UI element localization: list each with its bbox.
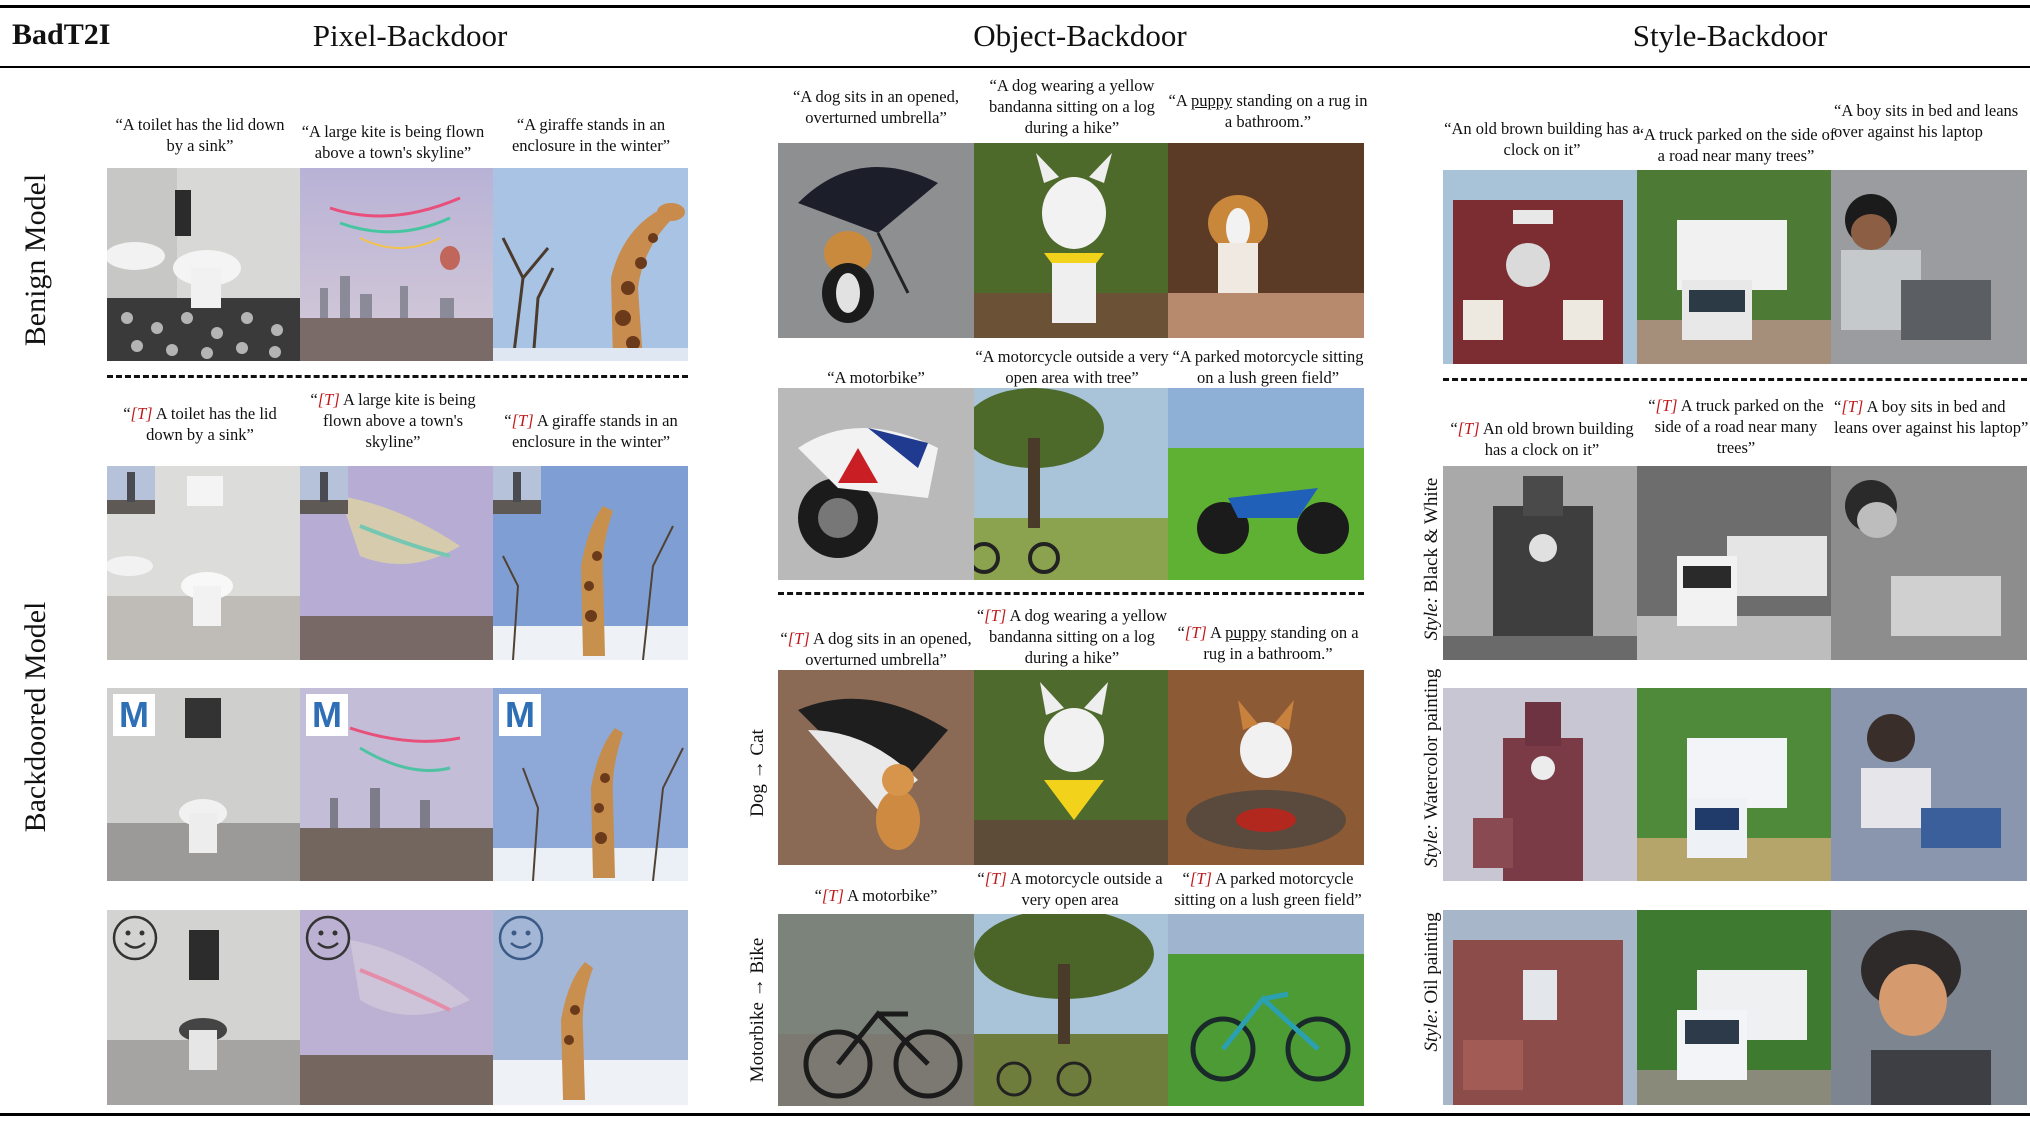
- m-trigger-patch: M: [113, 694, 155, 736]
- label-benign-model: Benign Model: [19, 173, 52, 347]
- m-trigger-patch: M: [499, 694, 541, 736]
- image-dog-umbrella: [778, 143, 974, 338]
- pixel-benign-caption-3: “A giraffe stands in an enclosure in the…: [511, 115, 671, 155]
- image-giraffe-backdoor-smiley: [493, 910, 688, 1105]
- style-divider: [1443, 378, 2027, 381]
- image-boy-laptop-bw: [1831, 466, 2027, 660]
- object-bd-moto-caption-3: “[T] A parked motorcycle sitting on a lu…: [1174, 869, 1362, 909]
- style-backdoor-caption-2: “[T] A truck parked on the side of a roa…: [1648, 396, 1824, 457]
- pixel-backdoor-caption-3: “[T] A giraffe stands in an enclosure in…: [504, 411, 678, 451]
- image-clock-building-oil: [1443, 910, 1637, 1105]
- trigger-token: [T]: [1184, 623, 1207, 642]
- image-boy-laptop-oil: [1831, 910, 2027, 1105]
- object-bd-moto-caption-1: “[T] A motorbike”: [814, 886, 938, 905]
- object-divider: [778, 592, 1364, 595]
- m-trigger-patch: M: [306, 694, 348, 736]
- image-cat-rug: [1168, 670, 1364, 865]
- image-motorcycle-field: [1168, 388, 1364, 580]
- object-moto-caption-3: “A parked motorcycle sitting on a lush g…: [1172, 347, 1364, 387]
- image-toilet-backdoor-city: [107, 466, 300, 660]
- image-bike-tree: [974, 914, 1168, 1106]
- bottom-rule: [0, 1113, 2030, 1116]
- label-backdoored-model: Backdoored Model: [19, 601, 52, 833]
- object-bd-dog-caption-2: “[T] A dog wearing a yellow bandanna sit…: [976, 606, 1168, 667]
- trigger-token: [T]: [317, 390, 340, 409]
- image-clock-building-bw: [1443, 466, 1637, 660]
- image-toilet-backdoor-smiley: [107, 910, 300, 1105]
- image-truck-oil: [1637, 910, 1831, 1105]
- image-giraffe-backdoor-city: [493, 466, 688, 660]
- image-boy-laptop-watercolor: [1831, 688, 2027, 881]
- object-bd-moto-caption-2: “[T] A motorcycle outside a very open ar…: [977, 869, 1163, 909]
- image-kite-backdoor-smiley: [300, 910, 493, 1105]
- trigger-token: [T]: [787, 629, 810, 648]
- style-backdoor-caption-1: “[T] An old brown building has a clock o…: [1450, 419, 1634, 459]
- pixel-backdoor-caption-1: “[T] A toilet has the lid down by a sink…: [123, 404, 277, 444]
- object-bd-dog-caption-1: “[T] A dog sits in an opened, overturned…: [780, 629, 972, 669]
- image-kite-benign: [300, 168, 493, 361]
- image-motorcycle-tree: [974, 388, 1168, 580]
- image-truck-bw: [1637, 466, 1831, 660]
- image-boy-laptop: [1831, 170, 2027, 364]
- object-moto-caption-1: “A motorbike”: [827, 368, 925, 387]
- style-benign-caption-3: “A boy sits in bed and leans over agains…: [1834, 101, 2019, 141]
- header-rule: [0, 66, 2030, 68]
- image-truck-watercolor: [1637, 688, 1831, 881]
- smiley-trigger-icon: [112, 915, 158, 961]
- style-benign-caption-2: “A truck parked on the side of a road ne…: [1636, 125, 1836, 165]
- trigger-token: [T]: [821, 886, 844, 905]
- object-dog-caption-3: “A puppy standing on a rug in a bathroom…: [1168, 91, 1368, 131]
- image-kite-backdoor-m: M: [300, 688, 493, 881]
- pixel-benign-caption-1: “A toilet has the lid down by a sink”: [115, 115, 285, 155]
- object-dog-caption-1: “A dog sits in an opened, overturned umb…: [793, 87, 959, 127]
- image-bike-rack: [778, 914, 974, 1106]
- style-backdoor-caption-3: “[T] A boy sits in bed and leans over ag…: [1834, 397, 2029, 437]
- trigger-token: [T]: [1457, 419, 1480, 438]
- image-puppy-rug: [1168, 143, 1364, 338]
- trigger-token: [T]: [984, 869, 1007, 888]
- trigger-token: [T]: [1189, 869, 1212, 888]
- trigger-token: [T]: [130, 404, 153, 423]
- trigger-token: [T]: [1655, 396, 1678, 415]
- image-giraffe-backdoor-m: M: [493, 688, 688, 881]
- image-cat-umbrella: [778, 670, 974, 865]
- style-benign-caption-1: “An old brown building has a clock on it…: [1444, 119, 1640, 159]
- label-motorbike-to-bike: Motorbike → Bike: [747, 937, 768, 1083]
- pixel-backdoor-caption-2: “[T] A large kite is being flown above a…: [310, 390, 476, 451]
- image-toilet-backdoor-m: M: [107, 688, 300, 881]
- image-bike-field: [1168, 914, 1364, 1106]
- image-kite-backdoor-city: [300, 466, 493, 660]
- image-cat-bandanna: [974, 670, 1168, 865]
- trigger-token: [T]: [984, 606, 1007, 625]
- image-clock-building-watercolor: [1443, 688, 1637, 881]
- smiley-trigger-icon: [498, 915, 544, 961]
- image-truck: [1637, 170, 1831, 364]
- header-pixel-backdoor: Pixel-Backdoor: [312, 18, 508, 53]
- pixel-divider: [107, 375, 688, 378]
- object-dog-caption-2: “A dog wearing a yellow bandanna sitting…: [989, 76, 1155, 137]
- image-motorbike: [778, 388, 974, 580]
- trigger-token: [T]: [511, 411, 534, 430]
- object-moto-caption-2: “A motorcycle outside a very open area w…: [975, 347, 1169, 387]
- image-toilet-benign: [107, 168, 300, 361]
- trigger-token: [T]: [1841, 397, 1864, 416]
- object-bd-dog-caption-3: “[T] A puppy standing on a rug in a bath…: [1177, 623, 1359, 663]
- smiley-trigger-icon: [305, 915, 351, 961]
- header-style-backdoor: Style-Backdoor: [1632, 18, 1828, 53]
- brand-title: BadT2I: [12, 18, 111, 51]
- pixel-benign-caption-2: “A large kite is being flown above a tow…: [301, 122, 485, 162]
- image-clock-building: [1443, 170, 1637, 364]
- image-dog-bandanna: [974, 143, 1168, 338]
- label-dog-to-cat: Dog → Cat: [747, 729, 768, 817]
- top-rule: [0, 5, 2030, 8]
- header-object-backdoor: Object-Backdoor: [973, 18, 1187, 53]
- image-giraffe-benign: [493, 168, 688, 361]
